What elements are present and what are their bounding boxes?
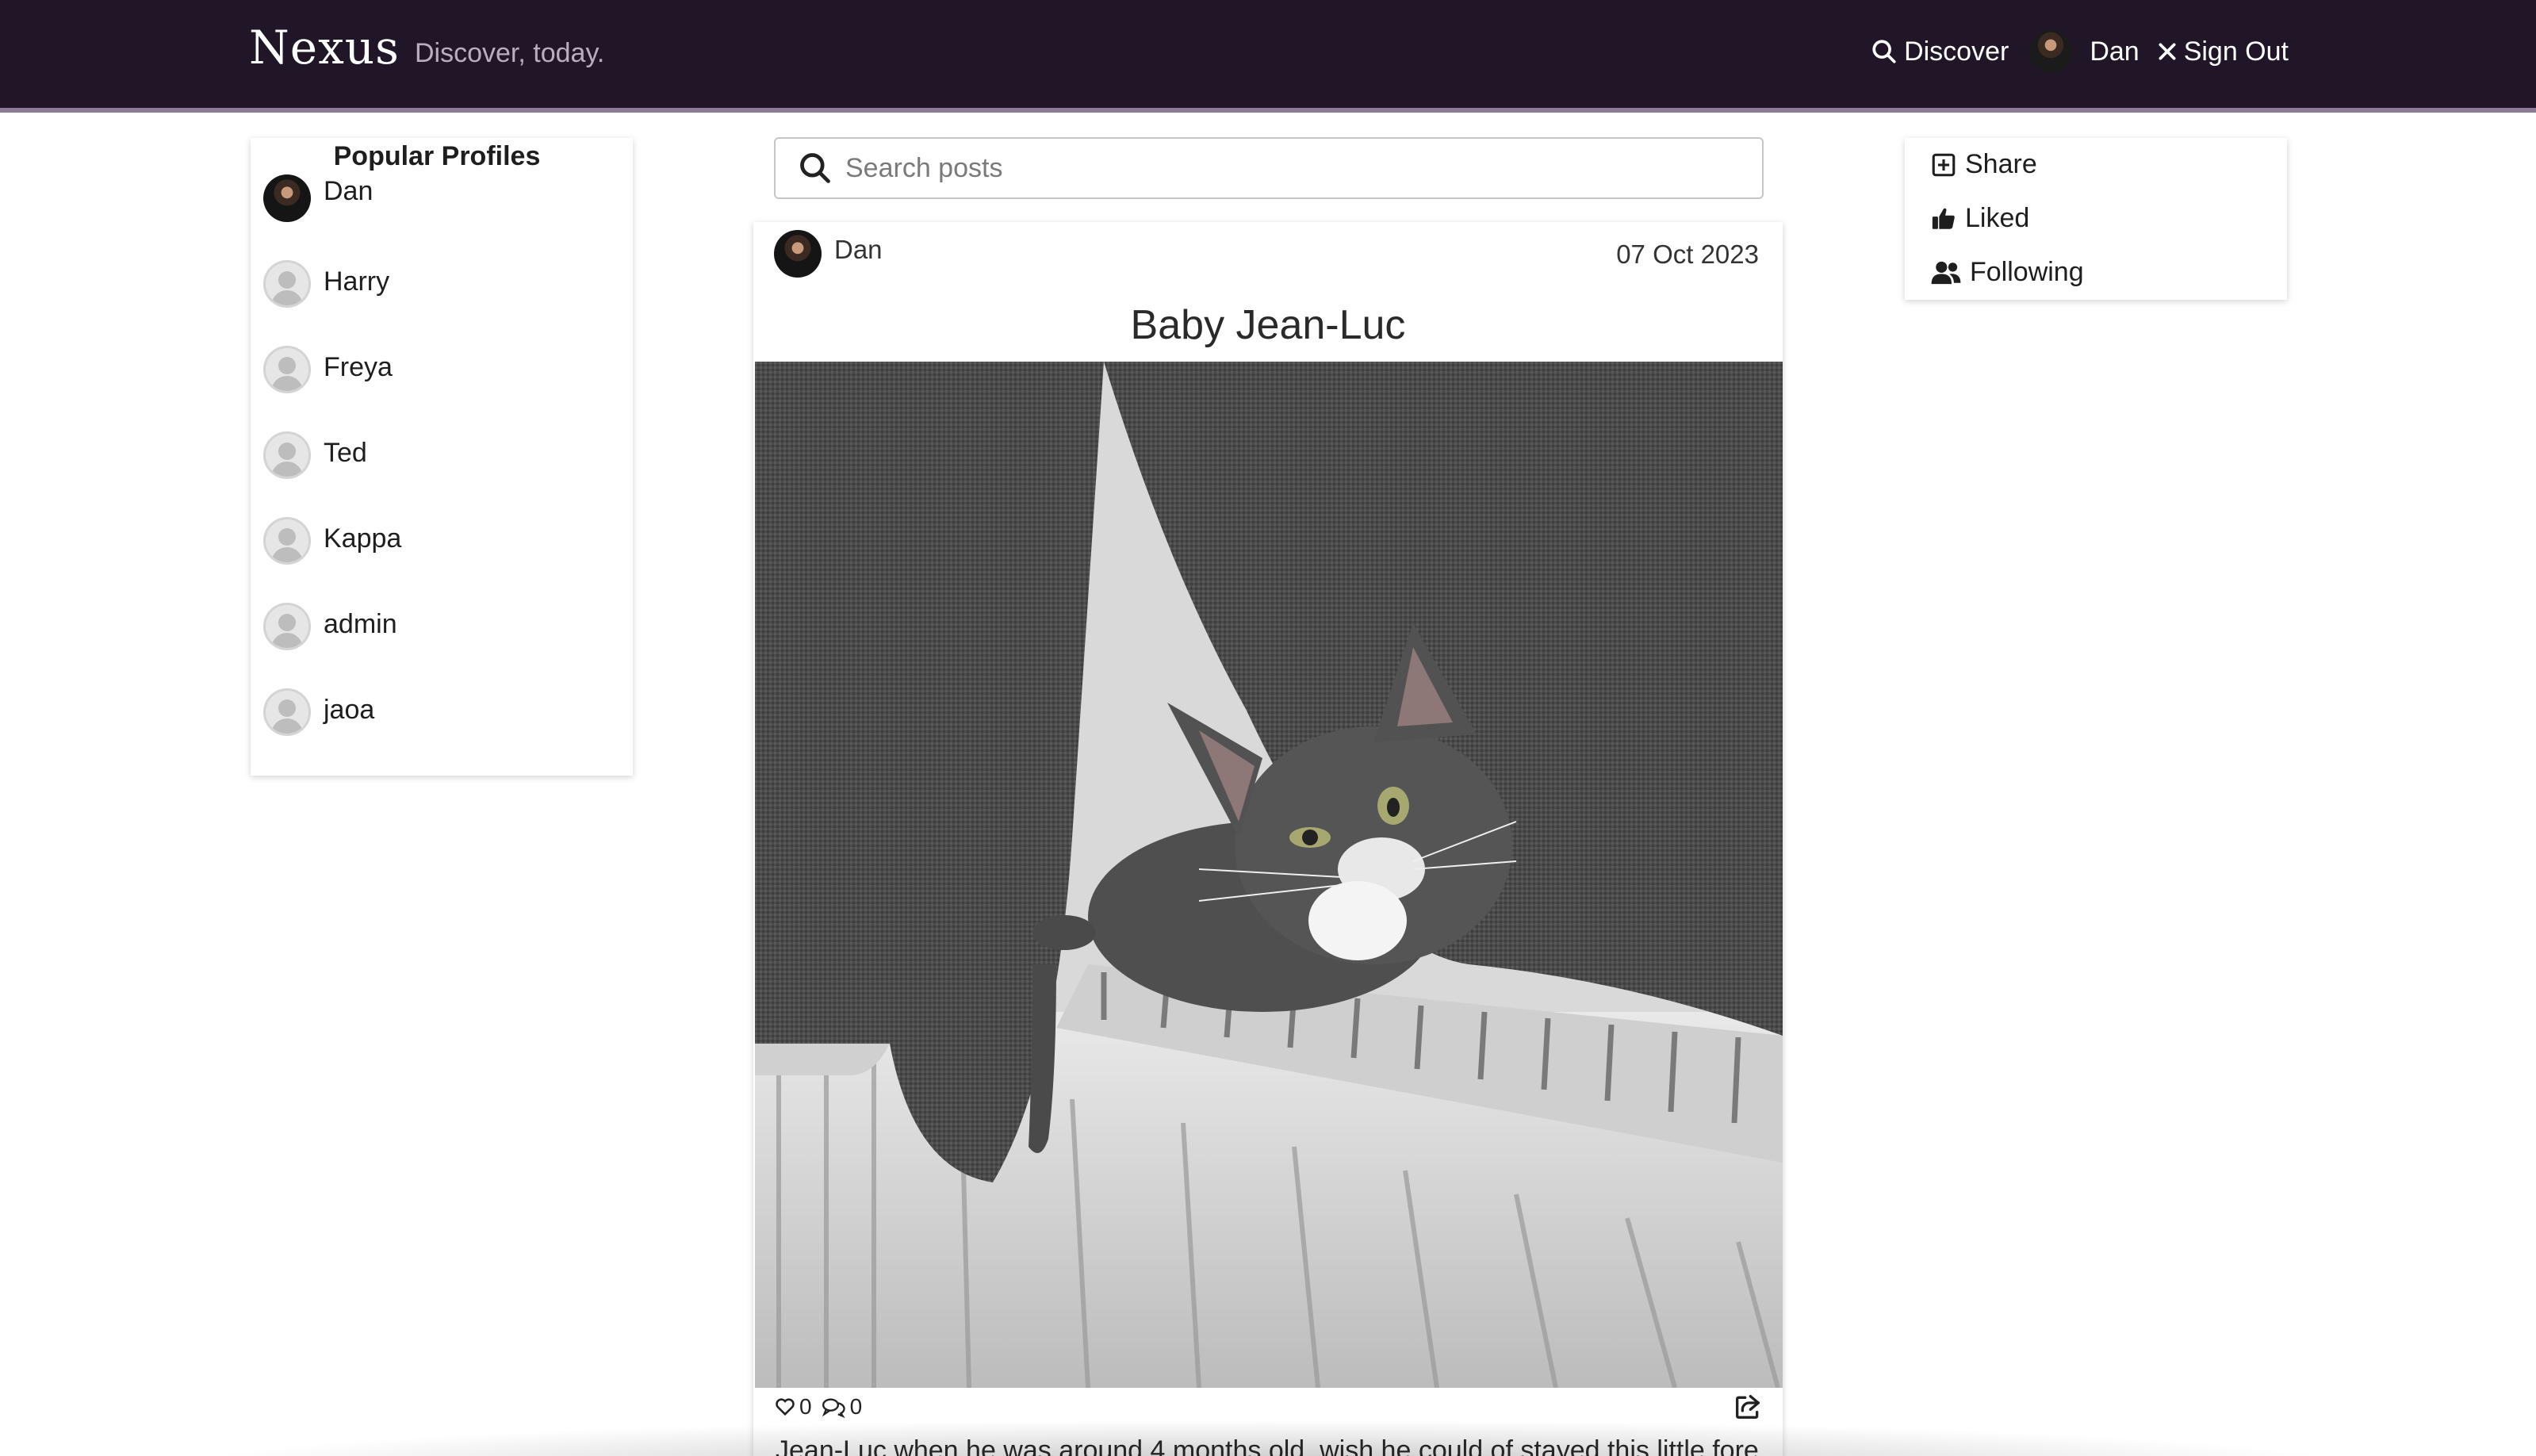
comment-count: 0 [849,1394,863,1419]
sign-out-label: Sign Out [2183,36,2289,67]
default-user-icon [263,346,311,393]
nav-right: Discover Dan Sign Out [1871,30,2289,73]
profile-item-dan[interactable]: Dan [263,174,373,224]
panel-title: Popular Profiles [333,141,541,171]
avatar [774,230,822,278]
like-count: 0 [799,1394,812,1419]
post-title: Baby Jean-Luc [1130,302,1406,348]
discover-link[interactable]: Discover [1871,36,2009,67]
profile-name: jaoa [324,695,375,725]
search-input[interactable] [845,152,1718,184]
user-name[interactable]: Dan [2090,36,2139,67]
thumbs-up-icon [1932,208,1955,229]
profile-item-jaoa[interactable]: jaoa [263,688,374,738]
search-icon [800,153,830,183]
plus-square-icon [1932,153,1956,176]
menu-label: Share [1965,149,2037,179]
profile-item-ted[interactable]: Ted [263,431,367,481]
menu-label: Following [1970,257,2084,287]
users-icon [1931,261,1961,284]
profile-item-freya[interactable]: Freya [263,346,393,395]
sign-out-link[interactable]: Sign Out [2157,36,2289,67]
menu-item-share[interactable]: Share [1930,149,2037,180]
default-user-icon [263,517,311,565]
share-icon[interactable] [1732,1391,1764,1423]
profile-name: Freya [324,352,393,382]
comment-button[interactable]: 0 [820,1394,863,1420]
search-bar[interactable] [774,137,1764,199]
menu-item-following[interactable]: Following [1930,257,2084,288]
profile-name: Harry [324,266,390,297]
menu-label: Liked [1965,203,2030,233]
post-caption: Jean-Luc when he was around 4 months old… [776,1435,1759,1456]
post-image[interactable] [755,362,1783,1388]
profile-item-admin[interactable]: admin [263,603,397,652]
like-button[interactable]: 0 [774,1394,812,1420]
profile-name: Dan [324,176,374,206]
brand-logo[interactable]: Nexus [249,21,400,75]
profile-name: Kappa [324,523,402,554]
tagline: Discover, today. [415,38,605,68]
post-card: Dan 07 Oct 2023 Baby Jean-Luc 0 0 Jean-L… [753,222,1783,1456]
post-author[interactable]: Dan [774,230,883,278]
profile-name: Ted [324,438,367,468]
search-icon [1872,40,1896,63]
sidebar-menu: Share Liked Following [1905,138,2287,300]
default-user-icon [263,603,311,650]
default-user-icon [263,260,311,308]
default-user-icon [263,688,311,736]
profile-name: admin [324,609,397,639]
user-avatar[interactable] [2029,30,2073,73]
kitten-photo [755,362,1783,1388]
post-author-name: Dan [834,235,883,264]
default-user-icon [263,431,311,479]
discover-label: Discover [1904,36,2009,67]
profile-item-kappa[interactable]: Kappa [263,517,401,566]
profile-item-harry[interactable]: Harry [263,260,389,309]
avatar [263,174,311,222]
menu-item-liked[interactable]: Liked [1930,203,2029,234]
close-icon [2159,43,2176,60]
comment-icon [822,1398,845,1418]
popular-profiles-panel: Popular Profiles Dan Harry Freya Ted Kap… [251,138,633,776]
post-actions: 0 0 [774,1394,862,1420]
top-navbar: Nexus Discover, today. Discover Dan Sign… [0,0,2536,113]
post-date: 07 Oct 2023 [1616,239,1759,269]
heart-icon [776,1398,795,1416]
